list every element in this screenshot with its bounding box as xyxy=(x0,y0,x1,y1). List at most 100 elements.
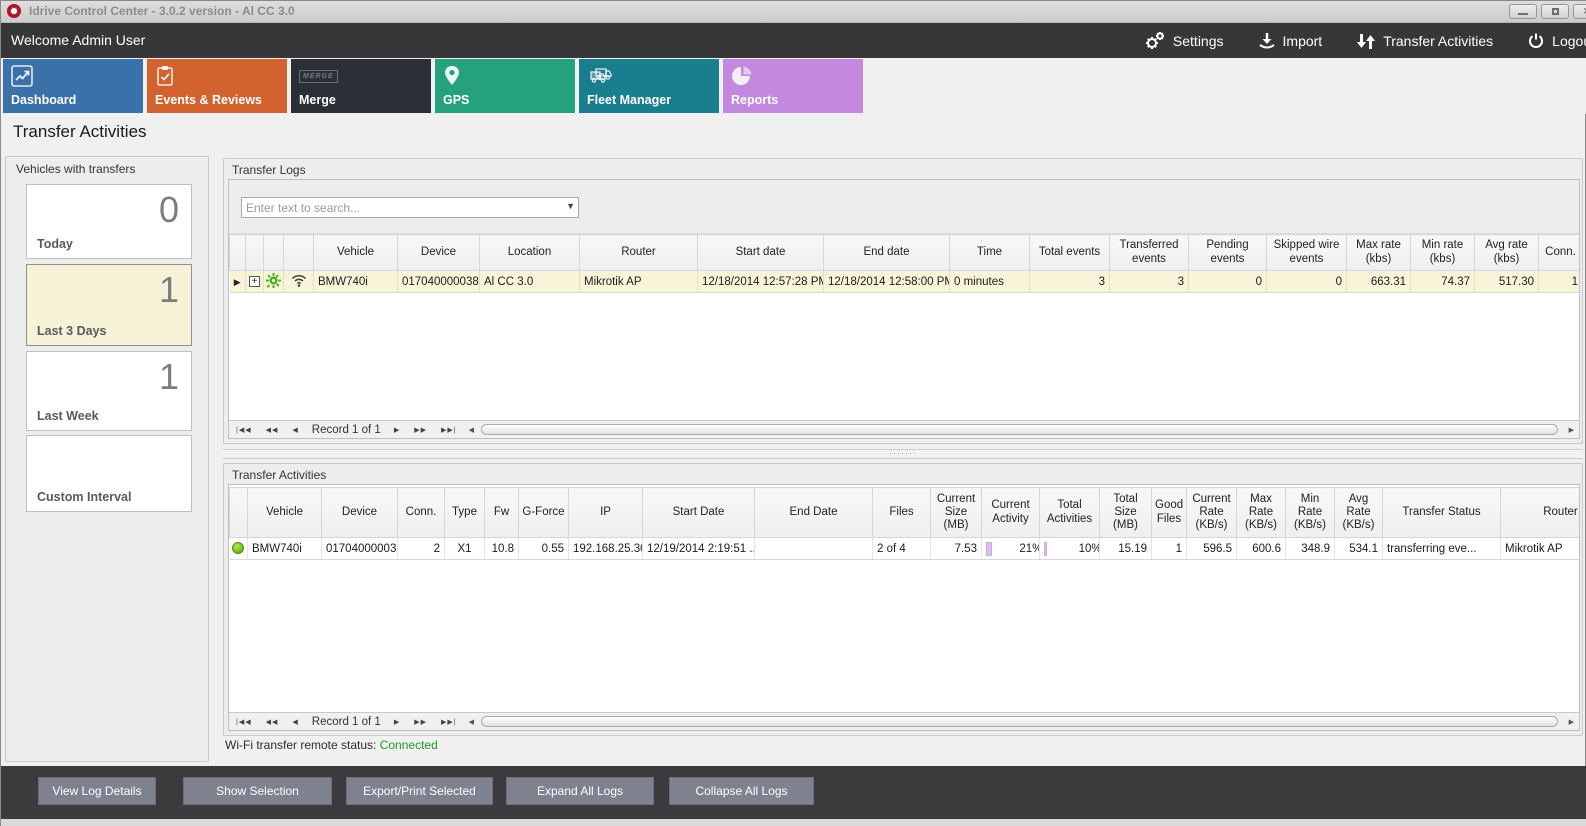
logs-col-max-rate[interactable]: Max rate (kbs) xyxy=(1347,235,1411,271)
logs-col-location[interactable]: Location xyxy=(480,235,580,271)
nav-prev-page-button[interactable]: ◀◀ xyxy=(266,718,279,726)
cell-type: X1 xyxy=(445,538,485,560)
logs-col-pending-events[interactable]: Pending events xyxy=(1189,235,1267,271)
combo-dropdown-icon[interactable]: ▼ xyxy=(566,201,575,211)
logs-record-navigator: |◀◀ ◀◀ ◀ Record 1 of 1 ▶ ▶▶ ▶▶| ◀ ▶ xyxy=(229,420,1579,438)
show-selection-button[interactable]: Show Selection xyxy=(183,777,332,805)
nav-last-button[interactable]: ▶▶| xyxy=(441,718,457,726)
tab-events-reviews[interactable]: Events & Reviews xyxy=(147,59,287,113)
logs-col-vehicle[interactable]: Vehicle xyxy=(314,235,398,271)
minimize-button[interactable] xyxy=(1509,4,1537,19)
search-input[interactable] xyxy=(246,199,556,216)
gear-icon xyxy=(1144,31,1166,51)
expand-row-button[interactable]: + xyxy=(246,271,264,293)
acts-col-vehicle[interactable]: Vehicle xyxy=(248,488,322,538)
scrollbar-thumb[interactable] xyxy=(481,424,1558,435)
filter-card-last-week[interactable]: 1 Last Week xyxy=(26,351,192,431)
filter-card-custom-interval[interactable]: Custom Interval xyxy=(26,435,192,512)
acts-col-conn[interactable]: Conn. xyxy=(398,488,445,538)
acts-col-current-activity[interactable]: Current Activity xyxy=(982,488,1040,538)
app-logo-icon xyxy=(7,4,21,18)
acts-table-row[interactable]: BMW740i 017040000038 2 X1 10.8 0.55 192.… xyxy=(230,538,1581,560)
cell-min-rate: 348.9 xyxy=(1286,538,1335,560)
logs-col-device[interactable]: Device xyxy=(398,235,480,271)
logs-col-skipped-wire-events[interactable]: Skipped wire events xyxy=(1267,235,1347,271)
acts-col-gforce[interactable]: G-Force xyxy=(519,488,569,538)
logs-horizontal-scrollbar[interactable] xyxy=(479,423,1560,436)
expand-all-logs-button[interactable]: Expand All Logs xyxy=(506,777,654,805)
acts-col-transfer-status[interactable]: Transfer Status xyxy=(1383,488,1501,538)
hscroll-right-icon[interactable]: ▶ xyxy=(1569,426,1574,434)
tab-label: GPS xyxy=(443,93,469,107)
logs-col-total-events[interactable]: Total events xyxy=(1030,235,1110,271)
logs-header-indicator xyxy=(230,235,246,271)
close-button[interactable]: ✕ xyxy=(1573,4,1586,19)
hscroll-right-icon[interactable]: ▶ xyxy=(1569,718,1574,726)
nav-first-button[interactable]: |◀◀ xyxy=(236,426,252,434)
nav-prev-button[interactable]: ◀ xyxy=(292,718,298,726)
nav-next-button[interactable]: ▶ xyxy=(394,718,400,726)
acts-col-current-rate[interactable]: Current Rate (KB/s) xyxy=(1187,488,1237,538)
acts-col-good-files[interactable]: Good Files xyxy=(1152,488,1187,538)
cell-end-date: 12/18/2014 12:58:00 PM xyxy=(824,271,950,293)
logs-col-time[interactable]: Time xyxy=(950,235,1030,271)
filter-card-last-3-days[interactable]: 1 Last 3 Days xyxy=(26,264,192,346)
logs-col-end-date[interactable]: End date xyxy=(824,235,950,271)
scrollbar-thumb[interactable] xyxy=(481,716,1558,727)
maximize-button[interactable] xyxy=(1541,4,1569,19)
record-status: Record 1 of 1 xyxy=(312,716,381,728)
acts-horizontal-scrollbar[interactable] xyxy=(479,715,1560,728)
view-log-details-button[interactable]: View Log Details xyxy=(38,777,156,805)
acts-col-device[interactable]: Device xyxy=(322,488,398,538)
acts-col-router[interactable]: Router xyxy=(1501,488,1581,538)
last-3-days-count: 1 xyxy=(159,269,179,311)
acts-col-total-size[interactable]: Total Size (MB) xyxy=(1100,488,1152,538)
hscroll-left-icon[interactable]: ◀ xyxy=(469,718,474,726)
nav-prev-page-button[interactable]: ◀◀ xyxy=(266,426,279,434)
acts-col-start-date[interactable]: Start Date xyxy=(643,488,755,538)
tab-merge[interactable]: MERGE Merge xyxy=(291,59,431,113)
nav-prev-button[interactable]: ◀ xyxy=(292,426,298,434)
filter-card-today[interactable]: 0 Today xyxy=(26,184,192,259)
nav-first-button[interactable]: |◀◀ xyxy=(236,718,252,726)
nav-next-page-button[interactable]: ▶▶ xyxy=(414,426,427,434)
nav-last-button[interactable]: ▶▶| xyxy=(441,426,457,434)
logs-col-start-date[interactable]: Start date xyxy=(698,235,824,271)
logs-col-min-rate[interactable]: Min rate (kbs) xyxy=(1411,235,1475,271)
logs-col-router[interactable]: Router xyxy=(580,235,698,271)
logs-table-row[interactable]: ▶ + BMW740i 017040000038 Al CC 3.0 Mikro… xyxy=(230,271,1581,293)
tab-fleet-manager[interactable]: Fleet Manager xyxy=(579,59,719,113)
tab-gps[interactable]: GPS xyxy=(435,59,575,113)
cell-current-size: 7.53 xyxy=(931,538,982,560)
acts-col-max-rate[interactable]: Max Rate (KB/s) xyxy=(1237,488,1286,538)
acts-col-type[interactable]: Type xyxy=(445,488,485,538)
current-activity-progressbar xyxy=(986,542,1015,556)
nav-next-button[interactable]: ▶ xyxy=(394,426,400,434)
logs-header-expand xyxy=(246,235,264,271)
collapse-all-logs-button[interactable]: Collapse All Logs xyxy=(669,777,814,805)
hscroll-left-icon[interactable]: ◀ xyxy=(469,426,474,434)
import-button[interactable]: Import xyxy=(1258,32,1323,50)
acts-col-current-size[interactable]: Current Size (MB) xyxy=(931,488,982,538)
acts-col-ip[interactable]: IP xyxy=(569,488,643,538)
logs-col-transferred-events[interactable]: Transferred events xyxy=(1110,235,1189,271)
acts-col-min-rate[interactable]: Min Rate (KB/s) xyxy=(1286,488,1335,538)
cell-start-date: 12/18/2014 12:57:28 PM xyxy=(698,271,824,293)
export-print-selected-button[interactable]: Export/Print Selected xyxy=(346,777,493,805)
transfer-activities-button[interactable]: Transfer Activities xyxy=(1356,31,1493,51)
logs-col-avg-rate[interactable]: Avg rate (kbs) xyxy=(1475,235,1539,271)
acts-col-fw[interactable]: Fw xyxy=(485,488,519,538)
tab-dashboard[interactable]: Dashboard xyxy=(3,59,143,113)
panel-splitter[interactable]: ······· xyxy=(223,449,1583,459)
logout-button[interactable]: Logout xyxy=(1527,32,1586,50)
custom-interval-label: Custom Interval xyxy=(37,490,131,504)
cell-avg-rate: 517.30 xyxy=(1475,271,1539,293)
acts-col-end-date[interactable]: End Date xyxy=(755,488,873,538)
acts-col-files[interactable]: Files xyxy=(873,488,931,538)
acts-col-total-activities[interactable]: Total Activities xyxy=(1040,488,1100,538)
acts-col-avg-rate[interactable]: Avg Rate (KB/s) xyxy=(1335,488,1383,538)
tab-reports[interactable]: Reports xyxy=(723,59,863,113)
logs-col-conn[interactable]: Conn. xyxy=(1539,235,1581,271)
settings-button[interactable]: Settings xyxy=(1144,31,1224,51)
nav-next-page-button[interactable]: ▶▶ xyxy=(414,718,427,726)
